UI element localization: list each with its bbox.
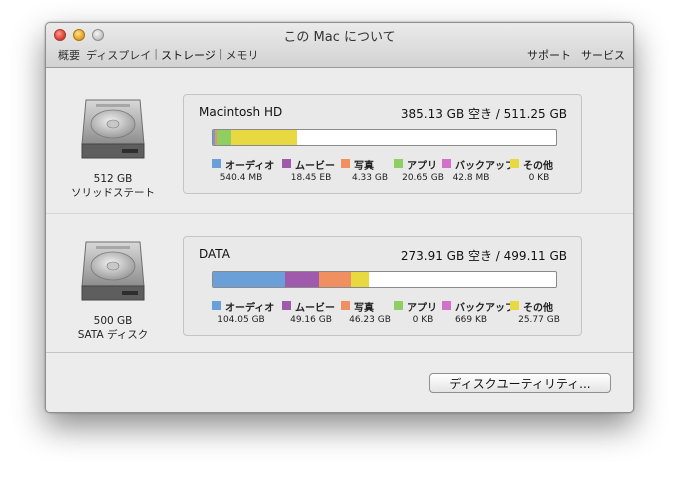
right-links: サポート サービス	[527, 47, 625, 63]
legend-value: 49.16 GB	[290, 315, 332, 325]
legend-swatch	[442, 301, 451, 310]
legend-swatch	[282, 301, 291, 310]
legend-label: ムービー	[295, 303, 335, 314]
volume-free-space: 273.91 GB 空き / 499.11 GB	[400, 249, 567, 263]
legend-swatch	[282, 159, 291, 168]
usage-seg-audio	[213, 272, 285, 287]
legend-value: 540.4 MB	[219, 173, 263, 183]
legend-value: 0 KB	[528, 173, 550, 183]
drive-2-type: SATA ディスク	[77, 329, 149, 341]
drive-1-size: 512 GB	[93, 173, 133, 185]
legend-label: オーディオ	[225, 303, 275, 314]
tab-displays[interactable]: ディスプレイ	[83, 47, 154, 63]
storage-content: 512 GB ソリッドステート Macintosh HD 385.13 GB 空…	[46, 68, 633, 412]
service-link[interactable]: サービス	[581, 47, 625, 63]
legend-value: 18.45 EB	[290, 173, 332, 183]
usage-bar	[212, 129, 557, 146]
ssd-drive-icon	[81, 99, 145, 159]
legend-swatch	[394, 301, 403, 310]
drive-1-type: ソリッドステート	[71, 187, 155, 199]
legend-label: バックアップ	[455, 303, 515, 314]
drive-separator	[46, 213, 633, 214]
legend-label: その他	[523, 303, 553, 314]
usage-bar	[212, 271, 557, 288]
drive-2-size: 500 GB	[93, 315, 133, 327]
window-title: この Mac について	[283, 30, 396, 45]
disk-utility-button[interactable]: ディスクユーティリティ...	[429, 373, 611, 393]
legend-label: オーディオ	[225, 161, 275, 172]
title-bar: この Mac について 概要 ディスプレイ | ストレージ | メモリ サポート…	[46, 23, 633, 68]
legend-value: 42.8 MB	[452, 173, 490, 183]
drive-1-label: 512 GB ソリッドステート	[53, 172, 173, 200]
sata-drive-icon	[81, 241, 145, 301]
legend-swatch	[510, 159, 519, 168]
volume-name: DATA	[199, 247, 230, 261]
volume-panel-macintosh-hd: Macintosh HD 385.13 GB 空き / 511.25 GB オー…	[183, 94, 582, 194]
legend-swatch	[510, 301, 519, 310]
legend-swatch	[212, 159, 221, 168]
usage-seg-photos	[319, 272, 351, 287]
support-link[interactable]: サポート	[527, 47, 571, 63]
legend-value: 25.77 GB	[518, 315, 560, 325]
legend-label: アプリ	[407, 303, 437, 314]
tab-overview[interactable]: 概要	[55, 47, 83, 63]
tab-memory[interactable]: メモリ	[222, 47, 261, 63]
legend-label: その他	[523, 161, 553, 172]
legend-value: 4.33 GB	[351, 173, 389, 183]
legend-label: アプリ	[407, 161, 437, 172]
volume-panel-data: DATA 273.91 GB 空き / 499.11 GB オーディオ 104.…	[183, 236, 582, 336]
tab-bar: 概要 ディスプレイ | ストレージ | メモリ	[55, 47, 261, 63]
usage-seg-apps	[217, 130, 231, 145]
usage-seg-movies	[285, 272, 319, 287]
legend-swatch	[394, 159, 403, 168]
volume-free-space: 385.13 GB 空き / 511.25 GB	[400, 107, 567, 121]
volume-name: Macintosh HD	[199, 105, 283, 119]
drive-2-label: 500 GB SATA ディスク	[53, 314, 173, 342]
legend-label: バックアップ	[455, 161, 515, 172]
usage-seg-other	[351, 272, 369, 287]
legend-label: 写真	[354, 303, 374, 314]
footer-separator	[46, 352, 633, 353]
legend-swatch	[442, 159, 451, 168]
legend-value: 46.23 GB	[349, 315, 391, 325]
legend-value: 669 KB	[454, 315, 488, 325]
legend-label: ムービー	[295, 161, 335, 172]
legend-swatch	[212, 301, 221, 310]
legend-swatch	[341, 159, 350, 168]
usage-seg-other	[231, 130, 297, 145]
about-this-mac-window: この Mac について 概要 ディスプレイ | ストレージ | メモリ サポート…	[45, 22, 634, 413]
legend-label: 写真	[354, 161, 374, 172]
legend-swatch	[341, 301, 350, 310]
legend-value: 104.05 GB	[217, 315, 265, 325]
tab-storage[interactable]: ストレージ	[158, 47, 219, 63]
